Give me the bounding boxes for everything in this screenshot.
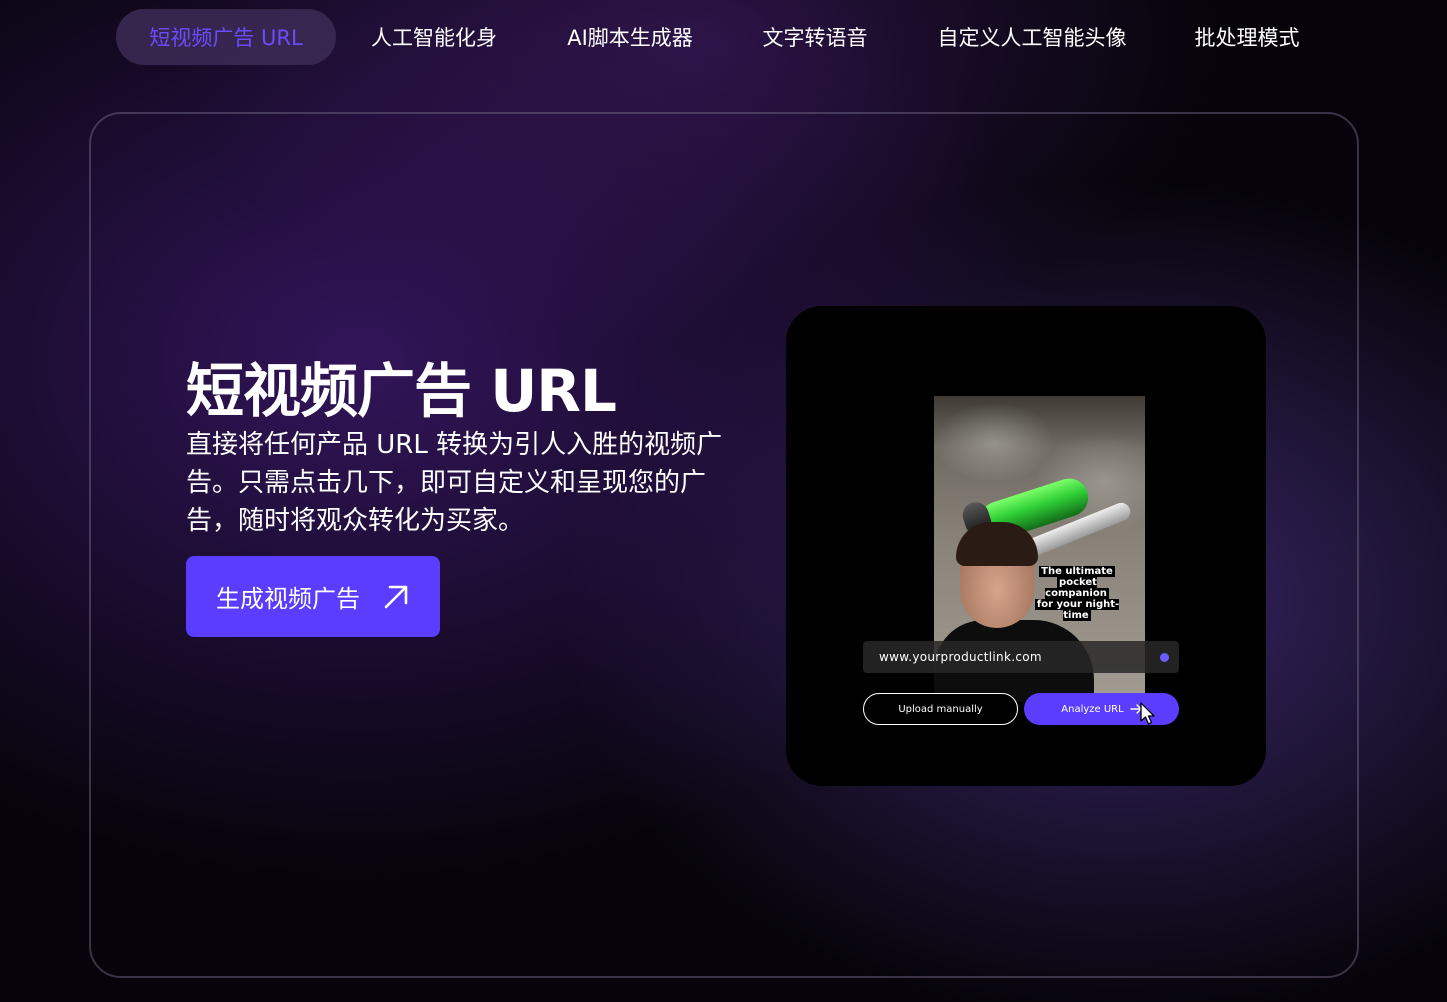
page: 短视频广告 URL 人工智能化身 AI脚本生成器 文字转语音 自定义人工智能头像… xyxy=(0,0,1447,1002)
tab-ai-avatar[interactable]: 人工智能化身 xyxy=(350,9,518,65)
generate-video-ad-label: 生成视频广告 xyxy=(216,585,360,613)
upload-manually-button[interactable]: Upload manually xyxy=(863,693,1018,725)
caption-line-3: for your night-time xyxy=(1034,599,1120,621)
tab-ai-script-generator[interactable]: AI脚本生成器 xyxy=(548,9,712,65)
product-url-value: www.yourproductlink.com xyxy=(879,650,1042,664)
tab-custom-ai-avatar[interactable]: 自定义人工智能头像 xyxy=(920,9,1144,65)
tab-text-to-speech[interactable]: 文字转语音 xyxy=(740,9,890,65)
tab-short-video-ad-url[interactable]: 短视频广告 URL xyxy=(116,9,336,65)
video-caption: The ultimate pocket companion for your n… xyxy=(1024,566,1130,621)
hero-title: 短视频广告 URL xyxy=(186,357,617,425)
mouse-cursor-icon xyxy=(1140,702,1155,725)
caption-line-2: pocket companion xyxy=(1045,577,1109,599)
video-top-shadow xyxy=(934,362,1145,396)
tab-batch-mode[interactable]: 批处理模式 xyxy=(1174,9,1320,65)
analyze-url-label: Analyze URL xyxy=(1061,703,1124,715)
generate-video-ad-button[interactable]: 生成视频广告 xyxy=(186,556,440,637)
arrow-up-right-icon xyxy=(384,585,408,608)
product-preview: The ultimate pocket companion for your n… xyxy=(786,306,1266,786)
top-nav: 短视频广告 URL 人工智能化身 AI脚本生成器 文字转语音 自定义人工智能头像… xyxy=(0,0,1447,76)
product-url-input[interactable]: www.yourproductlink.com xyxy=(863,641,1179,673)
status-dot-icon xyxy=(1160,653,1169,662)
hero-description: 直接将任何产品 URL 转换为引人入胜的视频广告。只需点击几下，即可自定义和呈现… xyxy=(186,430,723,536)
caption-line-1: The ultimate xyxy=(1039,566,1115,577)
